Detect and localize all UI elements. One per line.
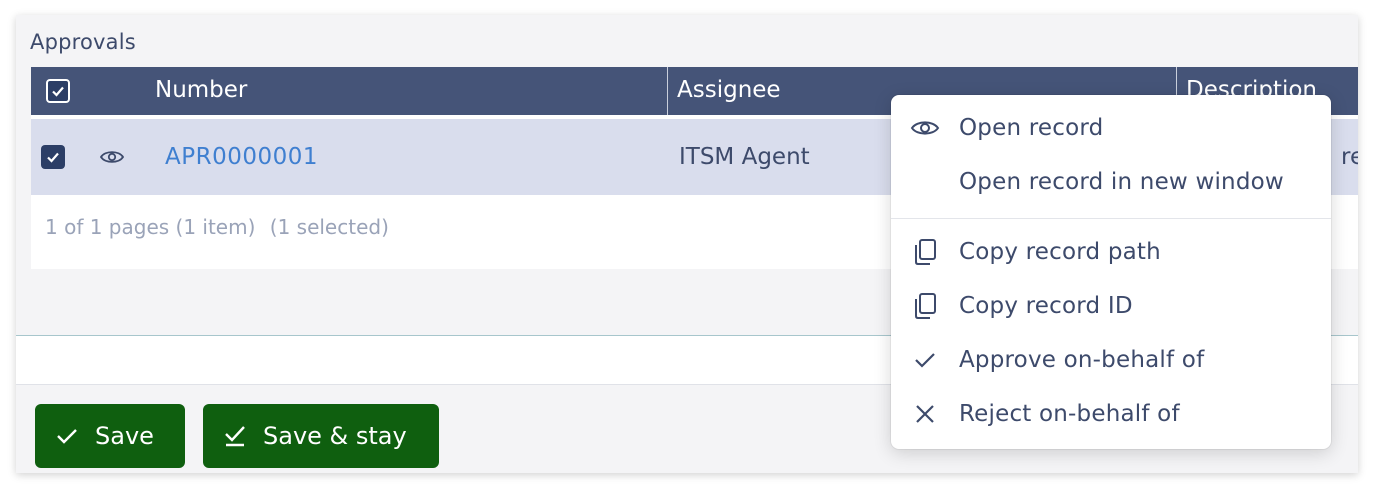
menu-item-open-record[interactable]: Open record: [891, 101, 1331, 155]
close-icon: [916, 405, 934, 423]
eye-icon: [910, 121, 940, 135]
pager-selected: (1 selected): [269, 215, 389, 239]
save-button-label: Save: [95, 422, 154, 450]
menu-item-label: Reject on-behalf of: [959, 401, 1180, 427]
select-all-checkbox[interactable]: [46, 79, 70, 103]
check-underline-icon: [225, 426, 245, 447]
eye-icon: [99, 151, 125, 163]
column-header-assignee[interactable]: Assignee: [677, 67, 781, 115]
menu-item-label: Approve on-behalf of: [959, 347, 1205, 373]
copy-icon: [915, 293, 936, 319]
check-icon: [47, 152, 59, 163]
menu-item-copy-record-id[interactable]: Copy record ID: [891, 279, 1331, 333]
menu-divider: [891, 218, 1331, 219]
check-icon: [57, 429, 77, 444]
menu-item-approve-on-behalf[interactable]: Approve on-behalf of: [891, 333, 1331, 387]
assignee-cell: ITSM Agent: [679, 144, 810, 170]
pager: 1 of 1 pages (1 item) (1 selected): [45, 215, 397, 239]
save-and-stay-button-label: Save & stay: [263, 422, 407, 450]
check-icon: [915, 353, 935, 368]
column-header-number[interactable]: Number: [155, 67, 247, 115]
row-checkbox[interactable]: [41, 145, 65, 169]
column-divider[interactable]: [667, 67, 668, 115]
menu-item-label: Copy record path: [959, 239, 1161, 265]
copy-icon: [915, 239, 936, 265]
menu-item-copy-record-path[interactable]: Copy record path: [891, 225, 1331, 279]
menu-item-open-new-window[interactable]: Open record in new window: [891, 155, 1331, 209]
menu-item-label: Copy record ID: [959, 293, 1133, 319]
pager-pages: 1 of 1 pages (1 item): [45, 215, 256, 239]
description-cell: requ: [1341, 144, 1358, 170]
menu-item-reject-on-behalf[interactable]: Reject on-behalf of: [891, 387, 1331, 441]
menu-item-label: Open record: [959, 115, 1104, 141]
context-menu: Open record Open record in new window Co…: [891, 95, 1331, 449]
check-icon: [52, 86, 64, 97]
save-button[interactable]: Save: [35, 404, 185, 468]
save-and-stay-button[interactable]: Save & stay: [203, 404, 439, 468]
menu-item-label: Open record in new window: [959, 169, 1284, 195]
record-number-link[interactable]: APR0000001: [165, 119, 318, 195]
section-title: Approvals: [30, 30, 136, 54]
